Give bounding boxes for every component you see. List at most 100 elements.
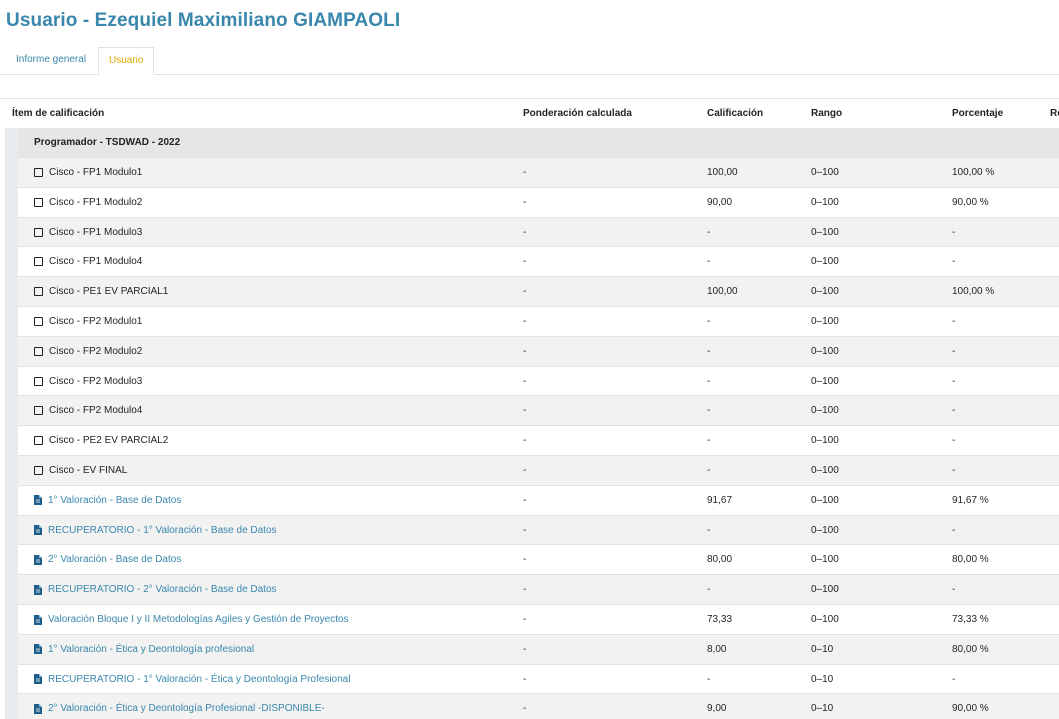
grade-item-name: Cisco - EV FINAL <box>49 465 128 476</box>
checkbox-icon <box>34 406 43 416</box>
table-row: RECUPERATORIO - 1° Valoración - Ética y … <box>18 663 1059 694</box>
grade-cell: - <box>707 405 711 417</box>
assignment-icon <box>34 525 42 536</box>
range-cell: 0–100 <box>811 286 839 298</box>
percentage-cell: - <box>952 524 956 536</box>
grade-item-name: Cisco - FP2 Modulo3 <box>49 375 143 387</box>
grade-item-cell: RECUPERATORIO - 1° Valoración - Ética y … <box>34 665 350 694</box>
grade-item-cell: Cisco - FP1 Modulo2 <box>34 188 142 217</box>
table-row: Cisco - FP1 Modulo1 - 100,00 0–100 100,00 % <box>18 157 1059 187</box>
percentage-cell: - <box>952 316 956 327</box>
grade-cell: 100,00 <box>707 167 738 178</box>
range-cell: 0–100 <box>811 435 839 447</box>
calculated-weight-cell: - <box>523 465 527 476</box>
grade-item-cell: 1° Valoración - Base de Datos <box>34 486 181 515</box>
assignment-icon <box>34 674 42 685</box>
range-cell: 0–100 <box>811 375 839 387</box>
header-grade[interactable]: Calificación <box>707 99 763 128</box>
assignment-icon <box>34 495 42 506</box>
grade-item-cell: RECUPERATORIO - 2° Valoración - Base de … <box>34 575 277 604</box>
range-cell: 0–100 <box>811 524 839 536</box>
calculated-weight-cell: - <box>523 256 527 268</box>
calculated-weight-cell: - <box>523 643 527 655</box>
table-header: Ítem de calificación Ponderación calcula… <box>0 99 1059 128</box>
percentage-cell: - <box>952 465 956 476</box>
grade-cell: 9,00 <box>707 703 727 715</box>
header-truncated[interactable]: Re <box>1050 99 1059 128</box>
header-grade-item[interactable]: Ítem de calificación <box>12 99 104 128</box>
assignment-icon <box>34 584 42 595</box>
table-row: Cisco - PE2 EV PARCIAL2 - - 0–100 - <box>18 425 1059 455</box>
grade-item-link[interactable]: RECUPERATORIO - 1° Valoración - Base de … <box>48 516 277 545</box>
checkbox-icon <box>34 436 43 446</box>
percentage-cell: - <box>952 226 956 238</box>
grade-cell: - <box>707 256 711 268</box>
grade-cell: 100,00 <box>707 286 738 298</box>
tab-informe-general[interactable]: Informe general <box>6 47 96 73</box>
grade-item-link[interactable]: Valoración Bloque I y II Metodologías Ag… <box>48 605 349 634</box>
header-range[interactable]: Rango <box>811 99 842 128</box>
header-percentage[interactable]: Porcentaje <box>952 99 1003 128</box>
table-row: Cisco - FP2 Modulo3 - - 0–100 - <box>18 365 1059 396</box>
percentage-cell: 91,67 % <box>952 494 989 506</box>
calculated-weight-cell: - <box>523 584 527 596</box>
grade-item-cell: 2° Valoración - Ética y Deontología Prof… <box>34 694 325 719</box>
calculated-weight-cell: - <box>523 375 527 387</box>
grade-cell: - <box>707 345 711 357</box>
percentage-cell: - <box>952 375 956 387</box>
grade-item-name: Cisco - FP2 Modulo2 <box>49 345 143 357</box>
grade-item-link[interactable]: 1° Valoración - Base de Datos <box>48 486 181 515</box>
grade-cell: - <box>707 673 711 685</box>
grade-item-name: Cisco - FP1 Modulo4 <box>49 256 143 268</box>
grade-item-link[interactable]: RECUPERATORIO - 2° Valoración - Base de … <box>48 575 277 604</box>
grade-item-cell: Cisco - FP1 Modulo3 <box>34 218 142 247</box>
table-row: Cisco - PE1 EV PARCIAL1 - 100,00 0–100 100,0… <box>18 276 1059 306</box>
grade-item-cell: Cisco - PE2 EV PARCIAL2 <box>34 426 168 455</box>
calculated-weight-cell: - <box>523 494 527 506</box>
calculated-weight-cell: - <box>523 673 527 685</box>
tab-usuario[interactable]: Usuario <box>98 47 155 75</box>
grade-item-link[interactable]: RECUPERATORIO - 1° Valoración - Ética y … <box>48 665 350 694</box>
page-title: Usuario - Ezequiel Maximiliano GIAMPAOLI <box>6 10 401 31</box>
grade-item-cell: Valoración Bloque I y II Metodologías Ag… <box>34 605 349 634</box>
header-calculated-weight[interactable]: Ponderación calculada <box>523 99 632 128</box>
grade-item-cell: RECUPERATORIO - 1° Valoración - Base de … <box>34 516 277 545</box>
grade-cell: - <box>707 316 711 327</box>
table-row: Cisco - FP1 Modulo4 - - 0–100 - <box>18 246 1059 277</box>
grade-item-link[interactable]: 2° Valoración - Ética y Deontología Prof… <box>48 694 325 719</box>
grade-item-link[interactable]: 1° Valoración - Ética y Deontología prof… <box>48 635 254 664</box>
percentage-cell: 100,00 % <box>952 286 995 298</box>
table-row: RECUPERATORIO - 2° Valoración - Base de … <box>18 574 1059 604</box>
table-row: Cisco - EV FINAL - - 0–100 - <box>18 455 1059 485</box>
assignment-icon <box>34 554 42 565</box>
range-cell: 0–100 <box>811 196 839 208</box>
grade-item-cell: Cisco - FP1 Modulo4 <box>34 247 142 276</box>
grade-item-name: Cisco - FP1 Modulo2 <box>49 196 143 208</box>
table-row: Cisco - FP2 Modulo4 - - 0–100 - <box>18 395 1059 426</box>
range-cell: 0–10 <box>811 703 834 715</box>
grade-cell: - <box>707 375 711 387</box>
range-cell: 0–100 <box>811 584 839 596</box>
category-indent-bar <box>5 128 18 719</box>
grade-item-name: Cisco - FP1 Modulo3 <box>49 226 143 238</box>
range-cell: 0–100 <box>811 405 839 417</box>
grade-item-name: Cisco - PE1 EV PARCIAL1 <box>49 286 169 298</box>
range-cell: 0–100 <box>811 465 839 476</box>
table-row: Cisco - FP1 Modulo3 - - 0–100 - <box>18 216 1059 247</box>
grade-item-link[interactable]: 2° Valoración - Base de Datos <box>48 545 181 574</box>
grade-item-name: Cisco - FP1 Modulo1 <box>49 167 143 178</box>
grade-item-name: Cisco - PE2 EV PARCIAL2 <box>49 435 169 447</box>
assignment-icon <box>34 614 42 625</box>
percentage-cell: - <box>952 584 956 596</box>
range-cell: 0–100 <box>811 345 839 357</box>
calculated-weight-cell: - <box>523 405 527 417</box>
percentage-cell: - <box>952 673 956 685</box>
grade-cell: - <box>707 584 711 596</box>
checkbox-icon <box>34 257 43 267</box>
grade-item-cell: Cisco - EV FINAL <box>34 456 127 485</box>
grade-cell: - <box>707 435 711 447</box>
grade-cell: 8,00 <box>707 643 727 655</box>
table-row: 2° Valoración - Ética y Deontología Prof… <box>18 693 1059 719</box>
grade-cell: 90,00 <box>707 196 733 208</box>
table-row: 1° Valoración - Ética y Deontología prof… <box>18 633 1059 664</box>
